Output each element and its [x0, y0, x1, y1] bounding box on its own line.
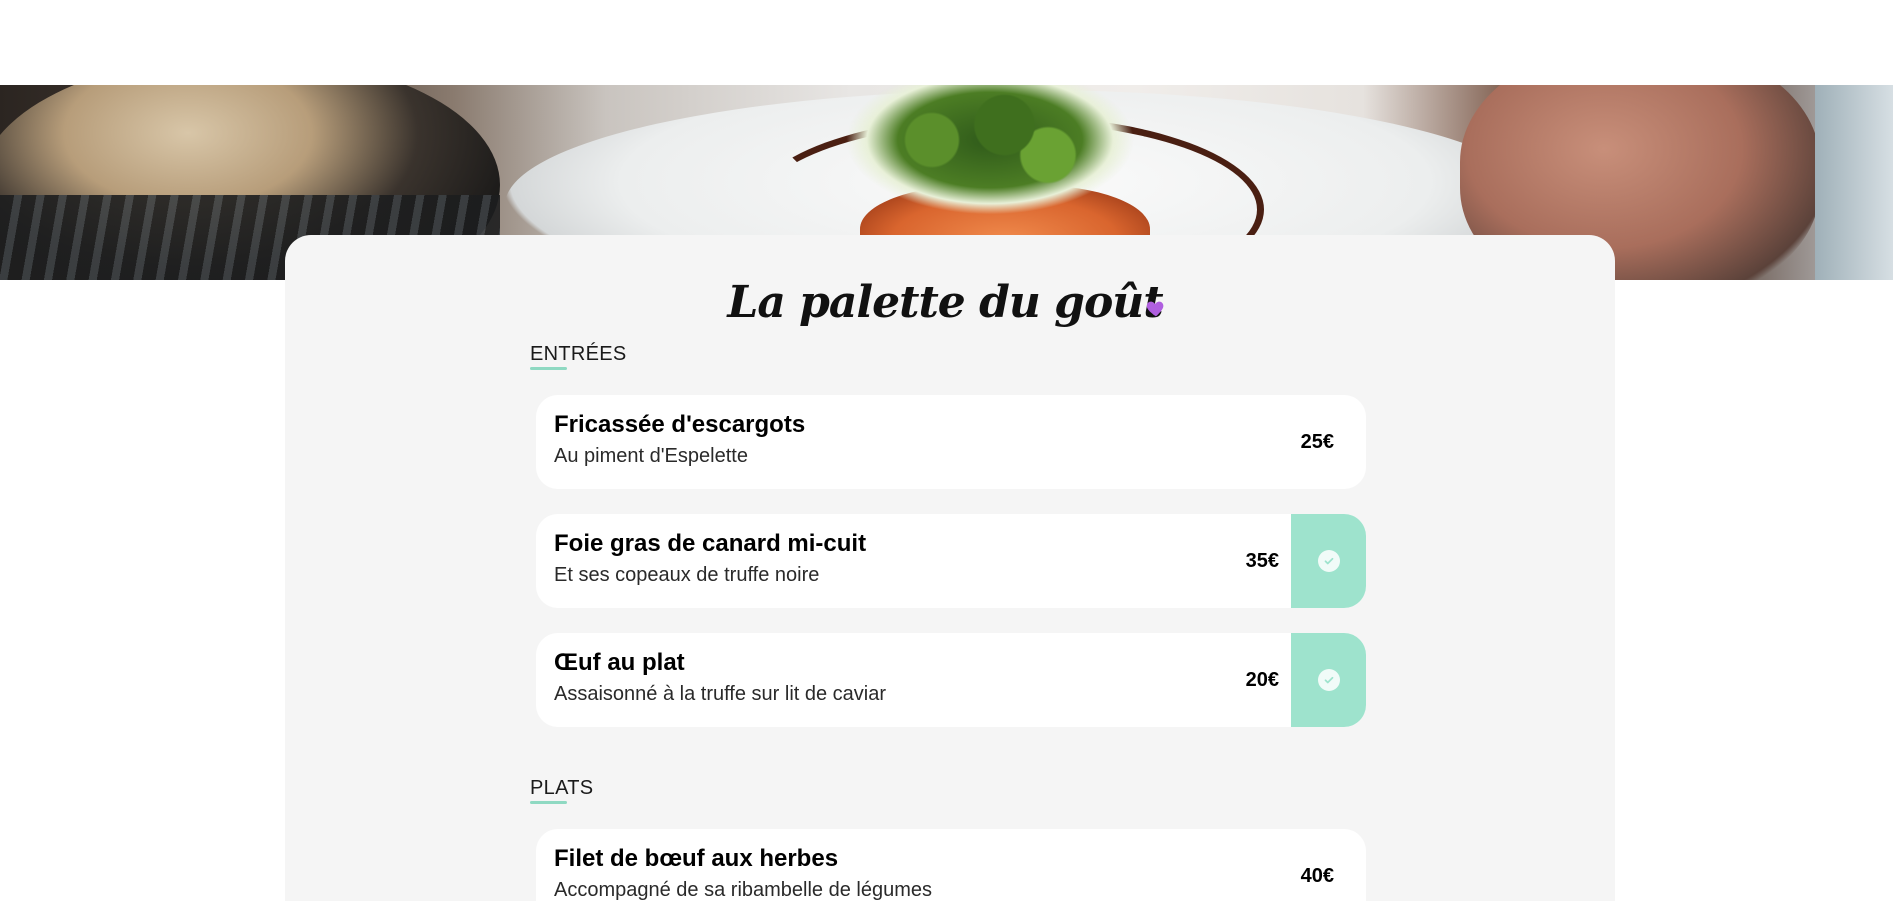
- check-icon: [1317, 669, 1340, 691]
- section-underline: [530, 367, 567, 370]
- menu-page: La palette du goût ENTRÉES Fricassée d'e…: [0, 0, 1893, 901]
- glass-shape: [1815, 85, 1893, 280]
- menu-item-foie-gras[interactable]: Foie gras de canard mi-cuit Et ses copea…: [536, 514, 1366, 608]
- check-icon: [1317, 550, 1340, 572]
- section-label-entrees: ENTRÉES: [530, 343, 627, 365]
- item-price: 20€: [1245, 669, 1279, 691]
- heart-icon: [1146, 301, 1164, 317]
- page-title: La palette du goût: [727, 277, 1163, 328]
- selected-indicator[interactable]: [1291, 514, 1366, 608]
- item-price: 35€: [1245, 550, 1279, 572]
- item-description: Et ses copeaux de truffe noire: [554, 564, 820, 586]
- menu-item-fricassee[interactable]: Fricassée d'escargots Au piment d'Espele…: [536, 395, 1366, 489]
- item-name: Foie gras de canard mi-cuit: [554, 530, 867, 557]
- selected-indicator[interactable]: [1291, 633, 1366, 727]
- section-label-plats: PLATS: [530, 777, 594, 799]
- item-name: Filet de bœuf aux herbes: [554, 845, 839, 872]
- item-price: 40€: [1300, 865, 1334, 887]
- menu-item-filet-boeuf[interactable]: Filet de bœuf aux herbes Accompagné de s…: [536, 829, 1366, 901]
- item-description: Accompagné de sa ribambelle de légumes: [554, 879, 932, 901]
- menu-item-oeuf[interactable]: Œuf au plat Assaisonné à la truffe sur l…: [536, 633, 1366, 727]
- item-name: Œuf au plat: [554, 649, 685, 676]
- title-row: La palette du goût: [285, 273, 1615, 333]
- menu-card: La palette du goût ENTRÉES Fricassée d'e…: [285, 235, 1615, 901]
- item-description: Assaisonné à la truffe sur lit de caviar: [554, 683, 887, 705]
- section-underline: [530, 801, 567, 804]
- item-price: 25€: [1300, 431, 1334, 453]
- item-name: Fricassée d'escargots: [554, 411, 806, 438]
- item-description: Au piment d'Espelette: [554, 445, 748, 467]
